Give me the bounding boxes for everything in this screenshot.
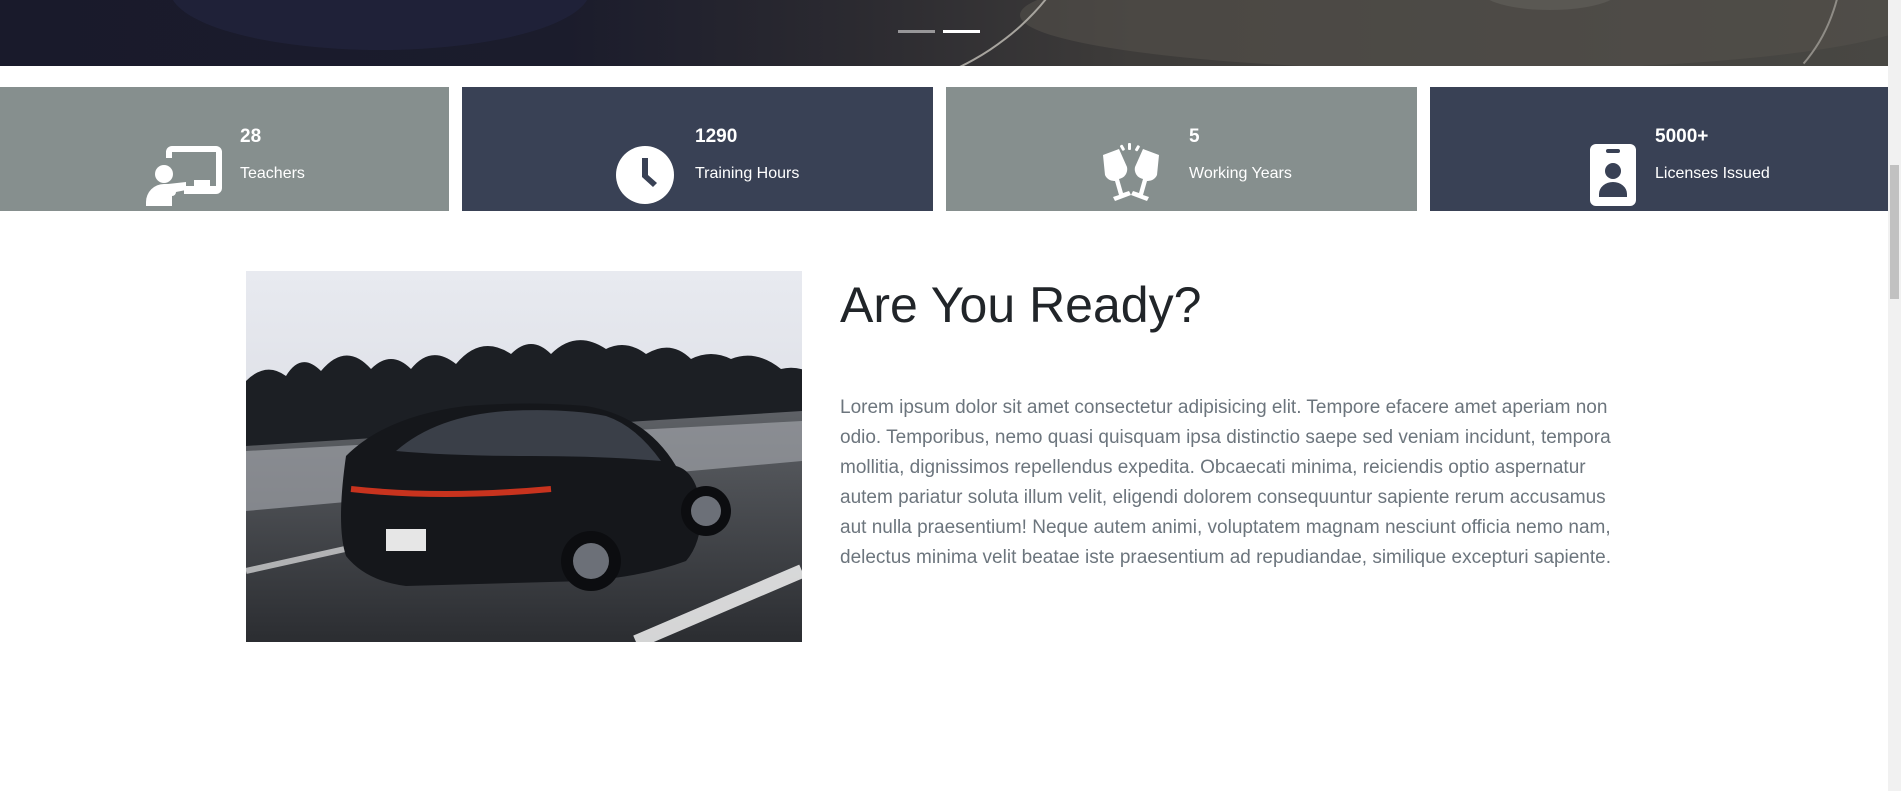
carousel-indicator-1[interactable] — [898, 30, 935, 33]
stat-number: 28 — [240, 126, 262, 147]
stat-label: Licenses Issued — [1655, 165, 1770, 182]
hero-carousel — [0, 0, 1888, 66]
stat-number: 5000+ — [1655, 126, 1709, 147]
hero-image-highlight — [1600, 0, 1844, 66]
id-badge-icon — [1590, 144, 1636, 211]
stats-bar: 28 Teachers 1290 Training Hours 5 Workin… — [0, 87, 1888, 211]
stat-card-working-years: 5 Working Years — [946, 87, 1417, 211]
carousel-indicators — [898, 30, 980, 33]
stat-number: 5 — [1189, 126, 1200, 147]
clock-icon — [616, 146, 674, 209]
stat-card-licenses-issued: 5000+ Licenses Issued — [1430, 87, 1888, 211]
section-title: Are You Ready? — [840, 277, 1202, 333]
chalkboard-teacher-icon — [146, 144, 222, 211]
stat-label: Teachers — [240, 165, 305, 182]
stat-label: Working Years — [1189, 165, 1292, 182]
page-scrollbar[interactable] — [1888, 0, 1901, 791]
car-image — [246, 271, 802, 642]
stat-card-teachers: 28 Teachers — [0, 87, 449, 211]
stat-card-training-hours: 1290 Training Hours — [462, 87, 933, 211]
glass-cheers-icon — [1093, 143, 1169, 210]
carousel-indicator-2[interactable] — [943, 30, 980, 33]
scrollbar-thumb[interactable] — [1890, 165, 1899, 299]
hero-image-shape — [170, 0, 590, 50]
stat-label: Training Hours — [695, 165, 800, 182]
stat-number: 1290 — [695, 126, 738, 147]
section-paragraph: Lorem ipsum dolor sit amet consectetur a… — [840, 397, 1611, 568]
